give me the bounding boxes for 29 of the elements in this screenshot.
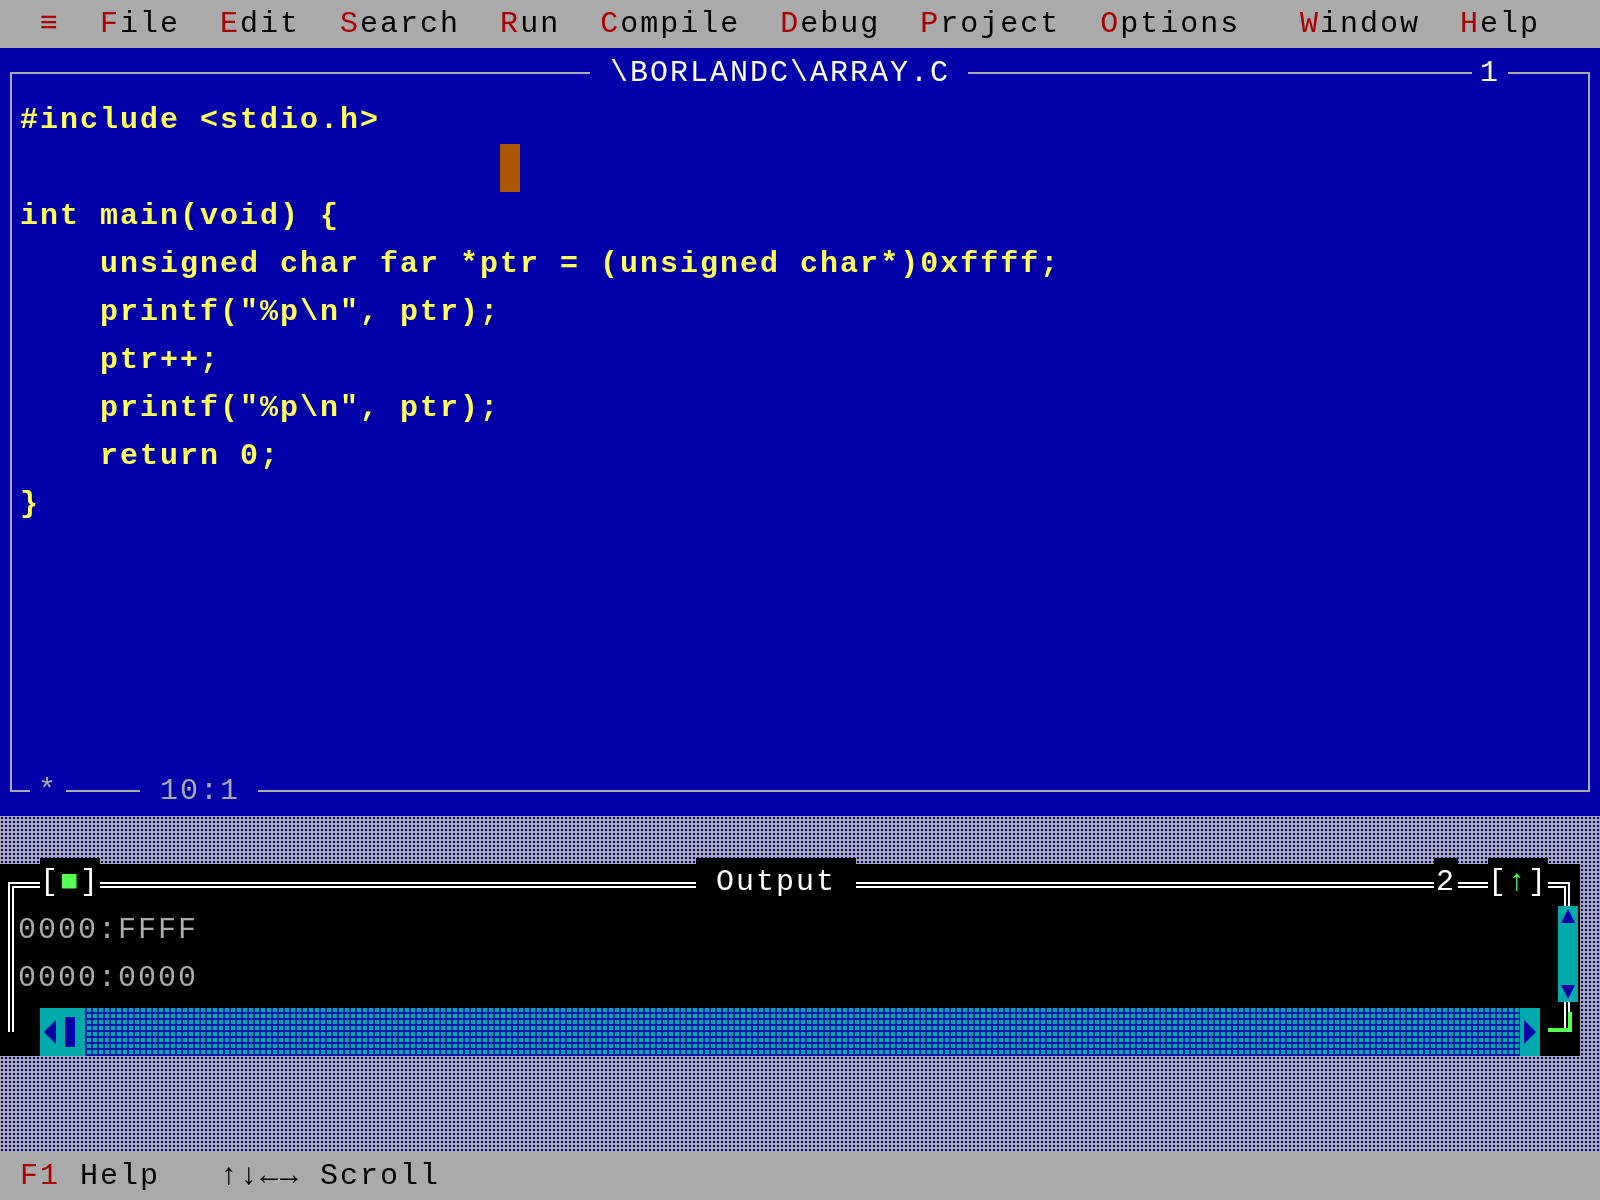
- code-line: #include <stdio.h>: [20, 103, 381, 137]
- code-line: int main(void) {: [20, 199, 341, 233]
- menu-item[interactable]: Debug: [760, 0, 901, 48]
- vertical-scrollbar[interactable]: [1558, 906, 1578, 1002]
- output-line: 0000:FFFF: [18, 913, 199, 947]
- menu-item[interactable]: Search: [320, 0, 481, 48]
- menu-item[interactable]: Help: [1439, 0, 1560, 48]
- resize-corner-icon[interactable]: [1548, 1012, 1572, 1032]
- menu-item[interactable]: Compile: [580, 0, 761, 48]
- output-line: 0000:0000: [18, 961, 199, 995]
- code-line: printf("%p\n", ptr);: [99, 295, 501, 329]
- status-text: Help: [80, 1158, 161, 1195]
- code-line: ptr++;: [99, 343, 221, 377]
- menu-item[interactable]: Options: [1080, 0, 1261, 48]
- code-line: return 0;: [99, 439, 281, 473]
- menu-item[interactable]: Project: [900, 0, 1081, 48]
- menu-item[interactable]: File: [80, 0, 201, 48]
- horizontal-scrollbar[interactable]: [40, 1008, 1540, 1056]
- scroll-thumb[interactable]: [65, 1017, 75, 1047]
- code-line: unsigned char far *ptr = (unsigned char*)0xffff;: [99, 247, 1061, 281]
- status-text: Scroll: [320, 1158, 441, 1195]
- status-text: F1: [20, 1158, 60, 1195]
- menu-item[interactable]: Edit: [200, 0, 321, 48]
- text-cursor: [500, 144, 520, 192]
- code-line: }: [20, 487, 40, 521]
- menu-item[interactable]: Window: [1279, 0, 1440, 48]
- code-line: printf("%p\n", ptr);: [99, 391, 501, 425]
- status-text: ↑↓←→: [220, 1158, 301, 1195]
- menu-item[interactable]: Run: [480, 0, 581, 48]
